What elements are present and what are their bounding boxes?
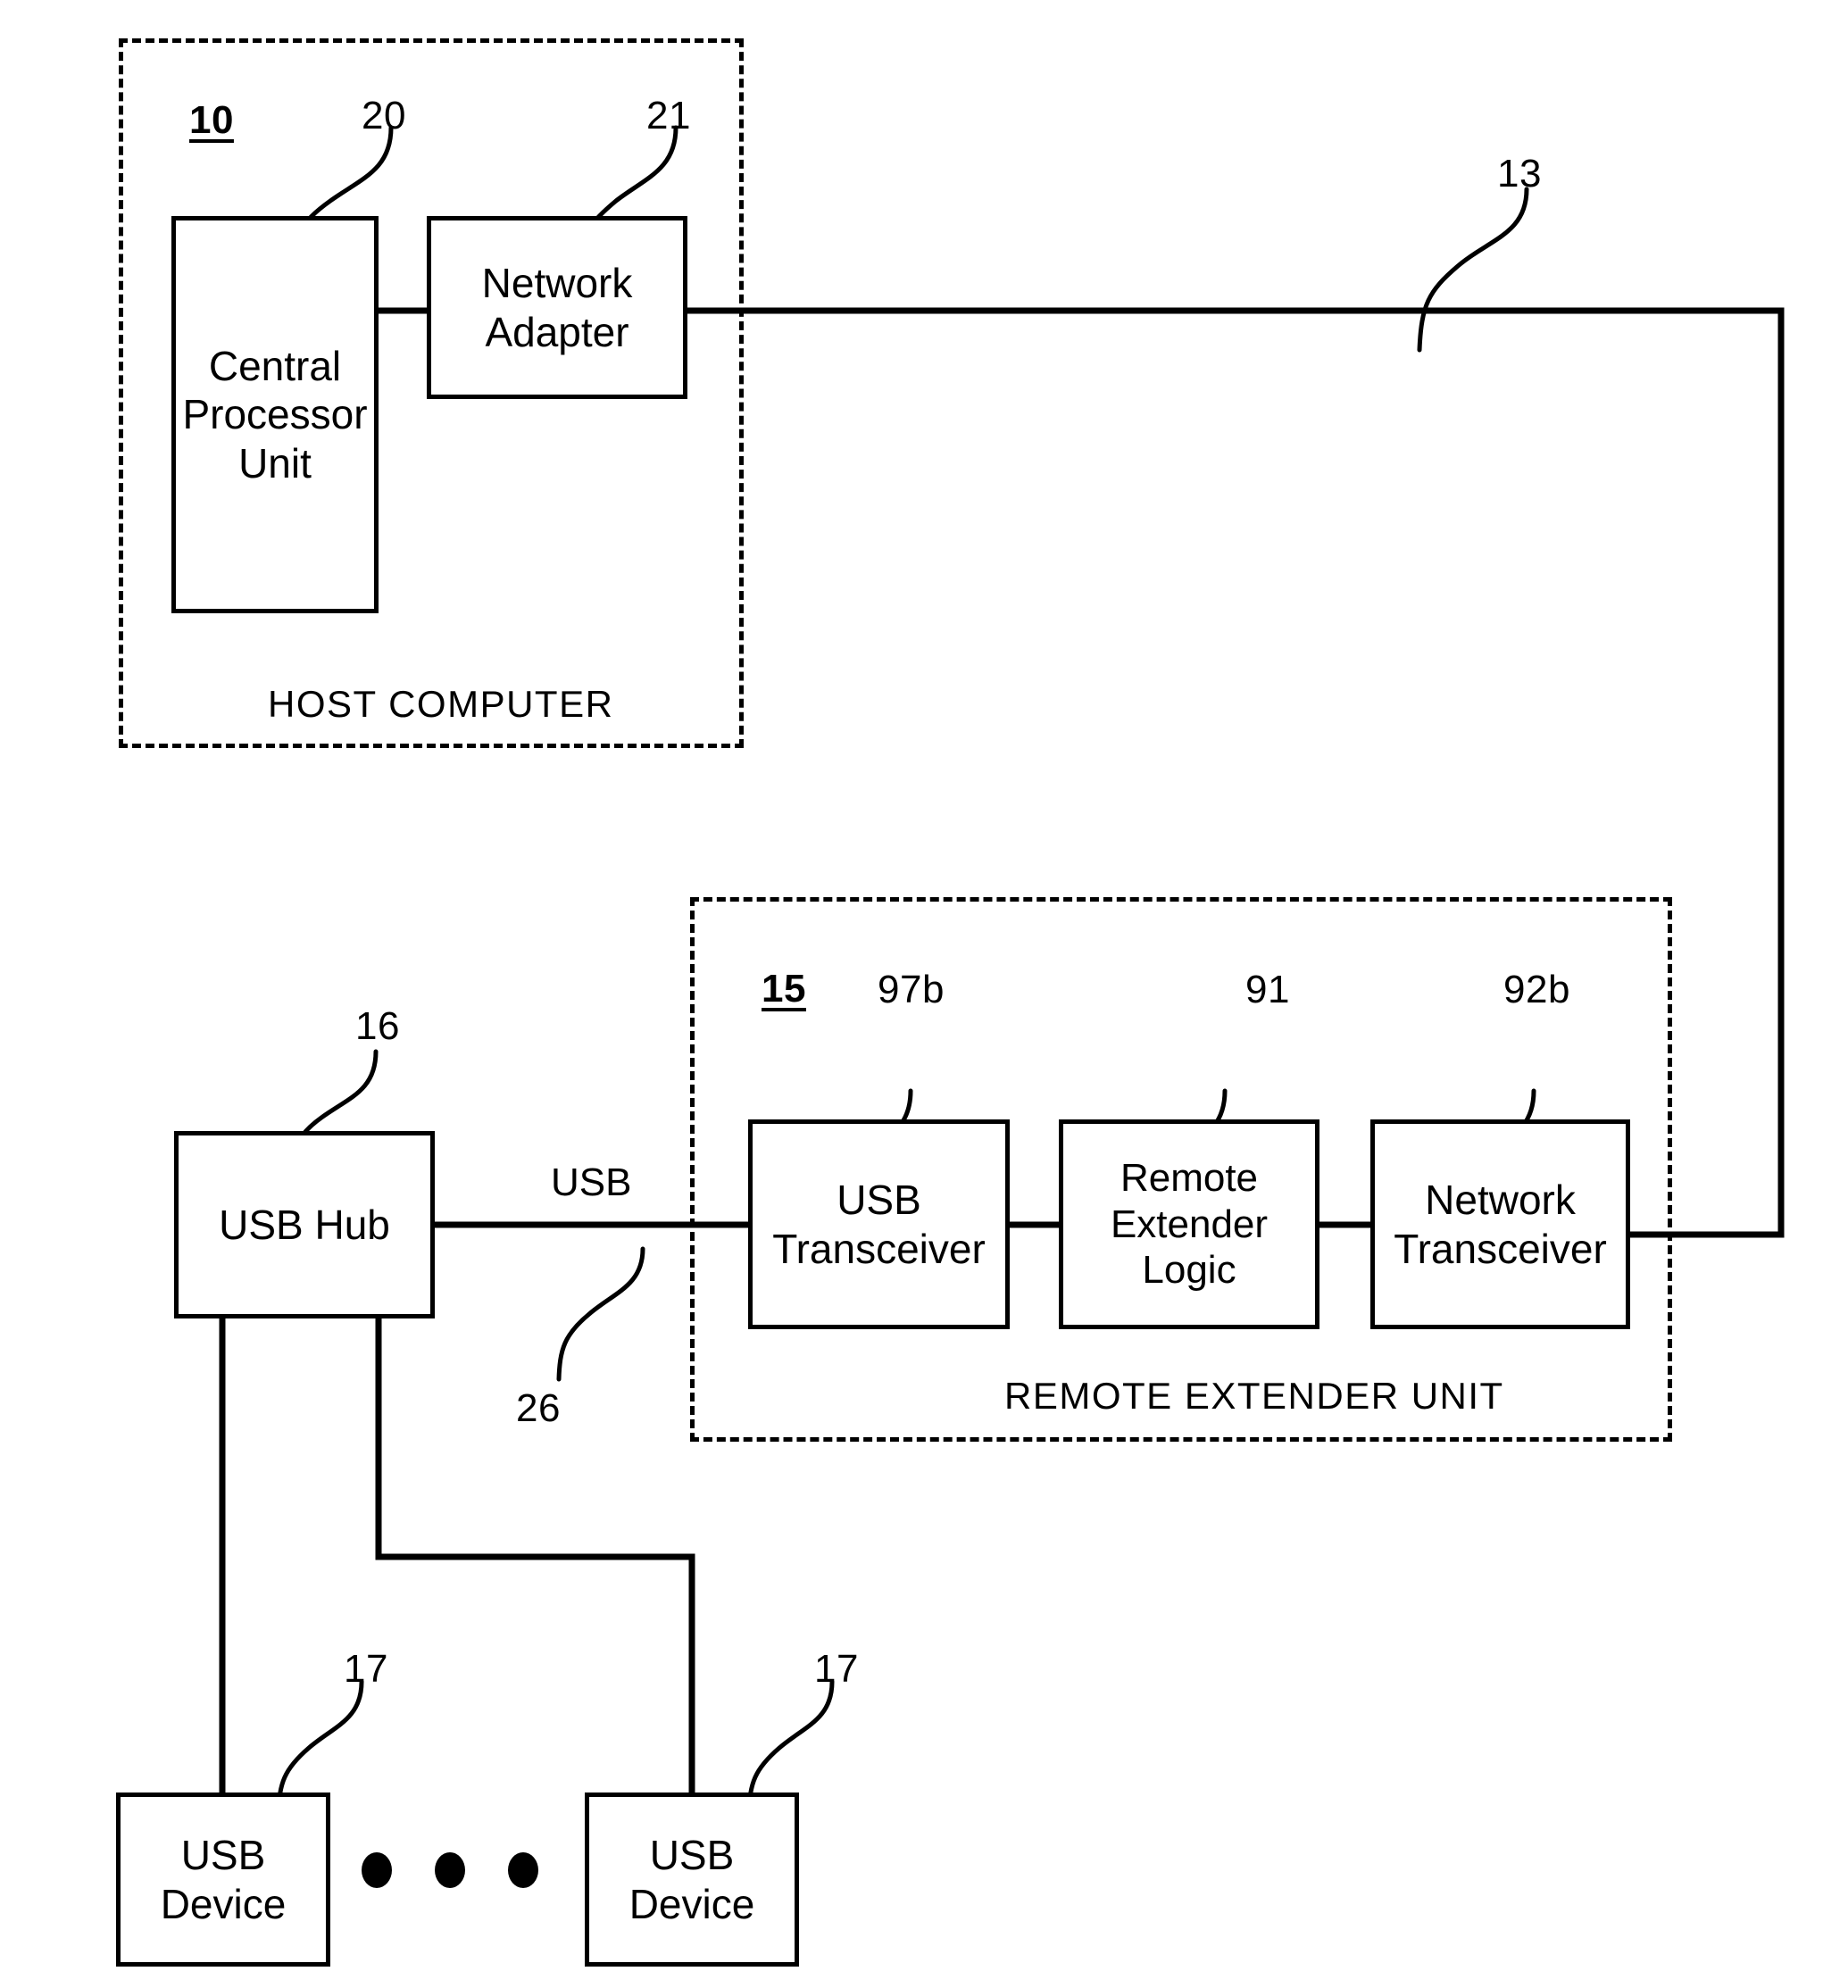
block-usb-device-left: USB Device: [116, 1793, 330, 1967]
ref-label-10: 10: [189, 98, 234, 142]
figure-canvas: 10 HOST COMPUTER Central Processor Unit …: [0, 0, 1848, 1988]
ref-label-21: 21: [646, 94, 691, 137]
ref-label-92b: 92b: [1503, 968, 1570, 1011]
usb-transceiver-line-1: USB: [837, 1177, 921, 1224]
ref-label-17-right: 17: [814, 1647, 859, 1691]
usb-device-right-line-1: USB: [649, 1832, 735, 1879]
block-network-transceiver: Network Transceiver: [1370, 1119, 1630, 1329]
usb-hub-label: USB Hub: [219, 1201, 390, 1248]
ellipsis-dot: [508, 1852, 538, 1888]
block-central-processor-unit: Central Processor Unit: [171, 216, 379, 613]
ref-label-17-left: 17: [344, 1647, 388, 1691]
network-adapter-line-2: Adapter: [485, 308, 629, 355]
leader-13: [1417, 187, 1529, 353]
remote-extender-logic-line-2: Extender: [1110, 1202, 1269, 1246]
ref-label-13: 13: [1497, 152, 1542, 195]
ellipsis-dot: [362, 1852, 392, 1888]
network-adapter-line-1: Network: [481, 260, 633, 307]
block-usb-device-right: USB Device: [585, 1793, 799, 1967]
block-network-adapter: Network Adapter: [427, 216, 687, 399]
usb-device-left-line-1: USB: [180, 1832, 266, 1879]
cpu-line-2: Processor: [182, 391, 368, 438]
network-transceiver-line-2: Transceiver: [1394, 1225, 1607, 1272]
network-transceiver-line-1: Network: [1425, 1177, 1576, 1224]
block-usb-transceiver: USB Transceiver: [748, 1119, 1010, 1329]
block-usb-hub: USB Hub: [174, 1131, 435, 1318]
cpu-line-3: Unit: [238, 439, 312, 487]
leader-26: [556, 1246, 645, 1382]
remote-extender-logic-line-1: Remote: [1120, 1155, 1259, 1200]
usb-device-right-line-2: Device: [628, 1880, 755, 1927]
remote-extender-logic-line-3: Logic: [1142, 1248, 1236, 1293]
host-computer-caption: HOST COMPUTER: [268, 683, 614, 725]
ref-label-97b: 97b: [878, 968, 945, 1011]
ref-label-91: 91: [1245, 968, 1290, 1011]
ellipsis-dot: [435, 1852, 465, 1888]
ref-label-26: 26: [516, 1386, 561, 1430]
usb-bus-label: USB: [551, 1160, 632, 1204]
usb-device-left-line-2: Device: [160, 1880, 287, 1927]
ref-label-20: 20: [362, 94, 406, 137]
ref-label-15: 15: [762, 967, 806, 1011]
cpu-line-1: Central: [208, 343, 342, 390]
block-remote-extender-logic: Remote Extender Logic: [1059, 1119, 1319, 1329]
usb-transceiver-line-2: Transceiver: [772, 1225, 986, 1272]
ref-label-16: 16: [355, 1004, 400, 1048]
remote-extender-unit-caption: REMOTE EXTENDER UNIT: [1004, 1375, 1504, 1417]
